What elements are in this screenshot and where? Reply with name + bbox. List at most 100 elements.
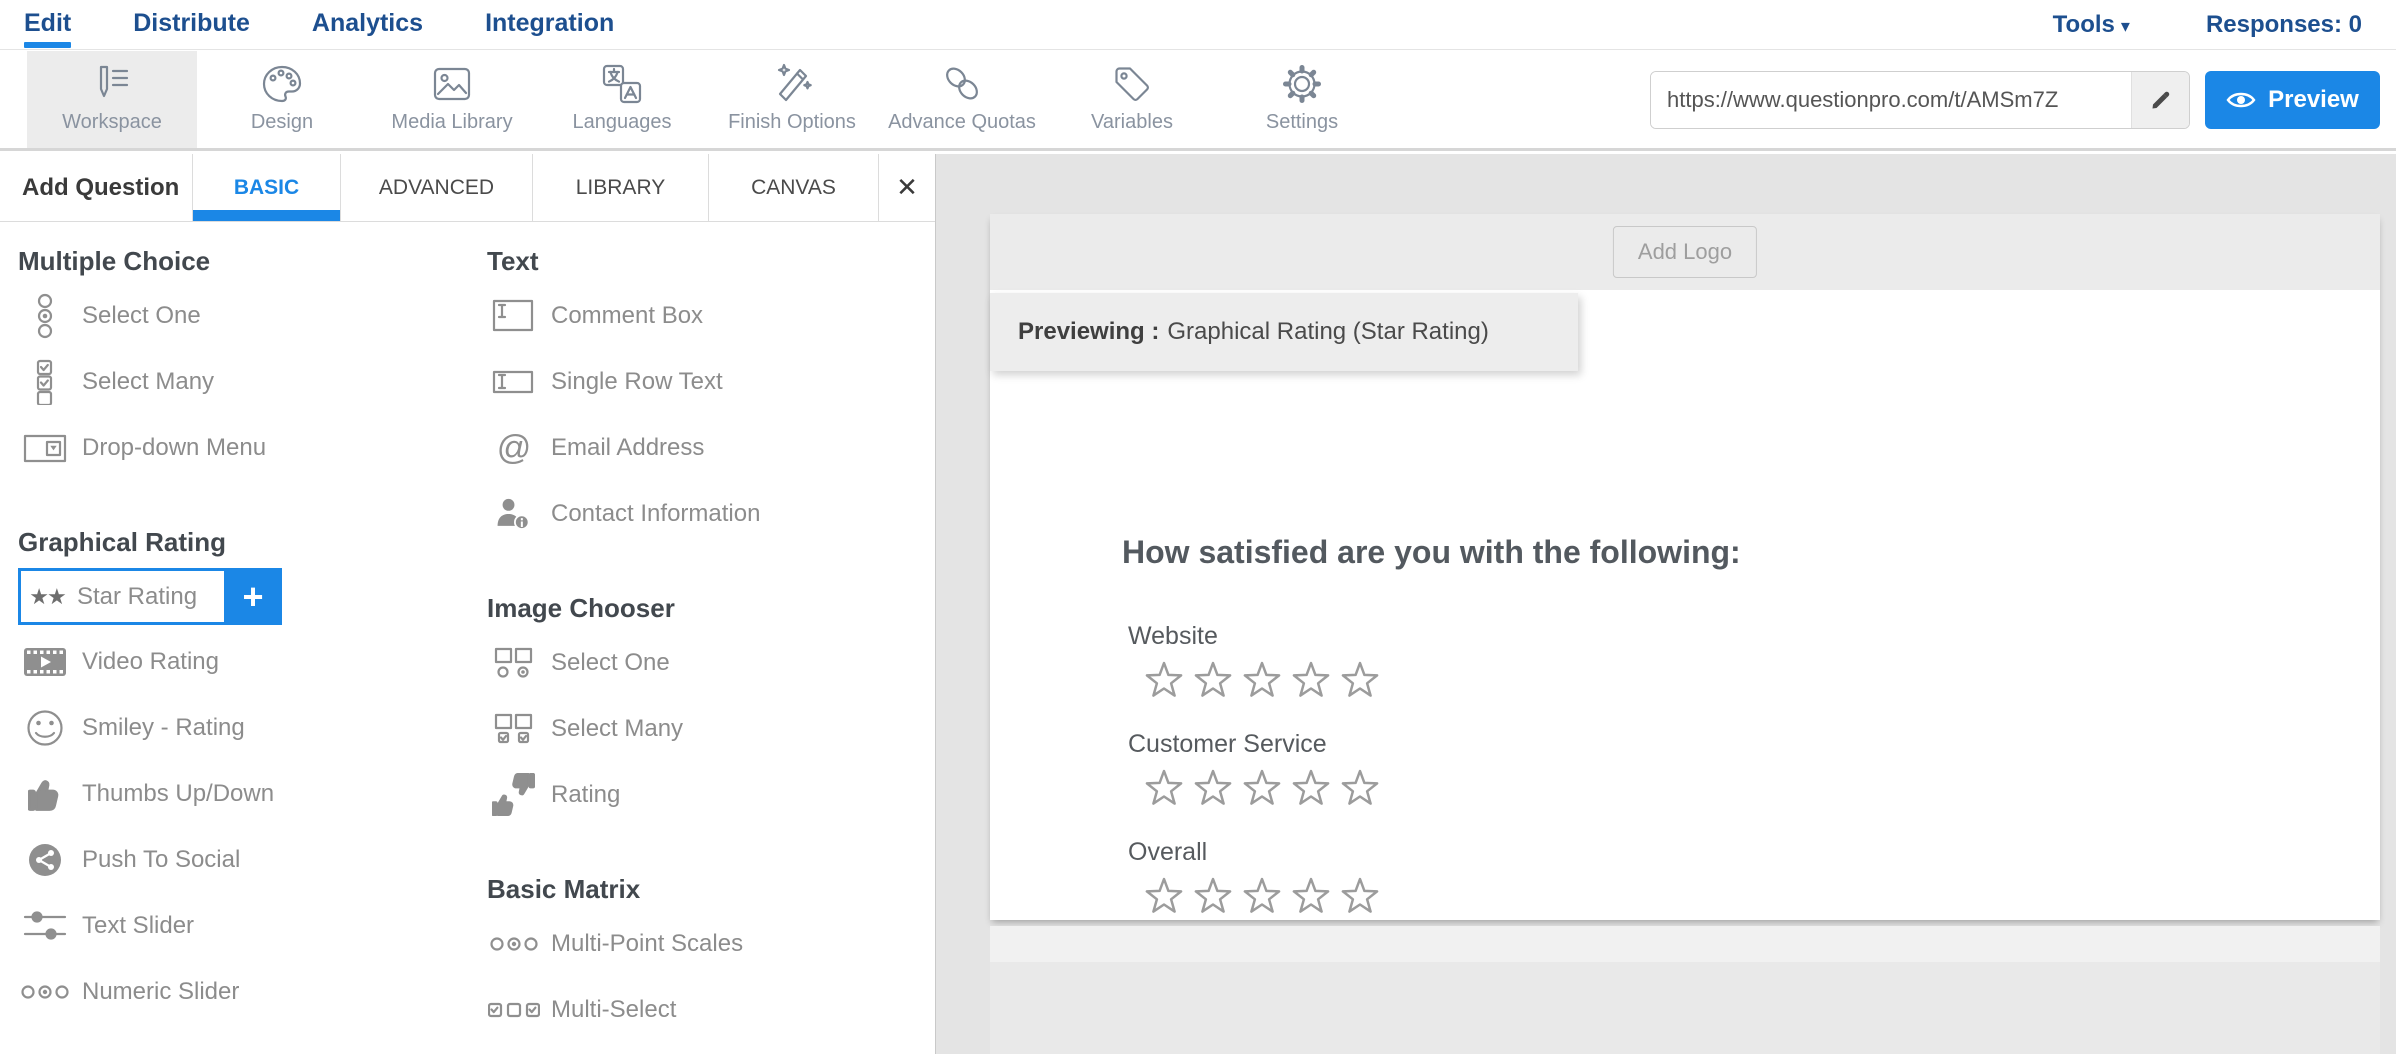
tab-canvas[interactable]: CANVAS [708,154,878,221]
star-icon[interactable] [1144,876,1184,916]
qtype-image-rating[interactable]: Rating [487,762,927,828]
qtype-push-to-social[interactable]: Push To Social [18,827,458,893]
star-icon[interactable] [1340,768,1380,808]
survey-url-box [1650,71,2190,129]
at-icon: @ [487,431,541,465]
qtype-star-rating-selected[interactable]: ★★ Star Rating + [18,568,282,625]
tools-dropdown[interactable]: Tools▾ [2053,11,2130,39]
nav-item-label: Analytics [312,9,423,37]
toolbar-finish-options[interactable]: Finish Options [707,51,877,148]
survey-url-input[interactable] [1651,72,2131,128]
star-icon[interactable] [1291,660,1331,700]
star-icon[interactable] [1242,768,1282,808]
close-panel-button[interactable]: ✕ [878,154,935,221]
toolbar-workspace[interactable]: Workspace [27,51,197,148]
star-icon[interactable] [1144,660,1184,700]
thumb-up-icon [18,774,72,814]
close-icon: ✕ [896,172,918,203]
tab-library[interactable]: LIBRARY [532,154,708,221]
finish-options-icon [769,61,815,107]
section-heading: Multiple Choice [18,246,458,277]
pencil-icon [2149,88,2173,112]
panel-column-2: Text Comment Box Single Row Text @ [487,222,927,1043]
panel-title: Add Question [0,154,192,221]
nav-item-label: Edit [24,9,71,37]
qtype-video-rating[interactable]: Video Rating [18,629,458,695]
star-icon[interactable] [1193,768,1233,808]
variables-icon [1109,61,1155,107]
nav-item-label: Distribute [133,9,250,37]
qtype-contact-information[interactable]: Contact Information [487,481,927,547]
add-question-panel: Add Question BASIC ADVANCED LIBRARY CANV… [0,154,936,1054]
star-icon[interactable] [1193,876,1233,916]
star-rating-scale [1128,768,1380,808]
nav-item-edit[interactable]: Edit [24,1,71,48]
previewing-label: Previewing : [1018,318,1159,346]
add-logo-button[interactable]: Add Logo [1613,226,1757,278]
plus-icon: + [242,576,263,618]
nav-item-distribute[interactable]: Distribute [133,1,250,38]
nav-item-label: Integration [485,9,614,37]
top-nav-links: Edit Distribute Analytics Integration [0,1,614,48]
numeric-slider-icon [18,984,72,1000]
qtype-comment-box[interactable]: Comment Box [487,283,927,349]
previewing-label-strip: Previewing : Graphical Rating (Star Rati… [990,293,1578,371]
text-slider-icon [18,908,72,944]
section-heading: Image Chooser [487,593,927,624]
qtype-text-slider[interactable]: Text Slider [18,893,458,959]
checkbox-list-icon [18,359,72,405]
toolbar-settings[interactable]: Settings [1217,51,1387,148]
top-nav-right: Tools▾ Responses: 0 [2053,11,2396,39]
row-label: Overall [1128,838,1380,867]
image-check-icon [487,712,541,746]
nav-item-integration[interactable]: Integration [485,1,614,38]
toolbar-languages[interactable]: Languages [537,51,707,148]
rating-row-customer-service: Customer Service [1128,730,1380,808]
qtype-image-select-many[interactable]: Select Many [487,696,927,762]
panel-column-1: Multiple Choice Select One Select Many [18,222,458,1025]
previewing-value: Graphical Rating (Star Rating) [1167,318,1488,346]
qtype-multi-select[interactable]: Multi-Select [487,977,927,1043]
share-icon [18,840,72,880]
qtype-single-row-text[interactable]: Single Row Text [487,349,927,415]
star-icon[interactable] [1291,876,1331,916]
toolbar-advance-quotas[interactable]: Advance Quotas [877,51,1047,148]
contact-icon [487,493,541,535]
radio-list-icon [18,293,72,339]
nav-item-analytics[interactable]: Analytics [312,1,423,38]
advance-quotas-icon [939,61,985,107]
toolbar-design[interactable]: Design [197,51,367,148]
settings-icon [1279,61,1325,107]
matrix-check-icon [487,1002,541,1018]
qtype-numeric-slider[interactable]: Numeric Slider [18,959,458,1025]
qtype-smiley-rating[interactable]: Smiley - Rating [18,695,458,761]
qtype-dropdown-menu[interactable]: Drop-down Menu [18,415,458,481]
qtype-image-select-one[interactable]: Select One [487,630,927,696]
star-icon[interactable] [1242,876,1282,916]
qtype-select-many[interactable]: Select Many [18,349,458,415]
survey-header-band: Add Logo [990,214,2380,290]
star-icon[interactable] [1144,768,1184,808]
smiley-icon [18,706,72,750]
star-icon[interactable] [1291,768,1331,808]
edit-url-button[interactable] [2131,72,2189,128]
responses-count[interactable]: Responses: 0 [2206,11,2362,39]
survey-preview-region: Add Logo How satisfied are you with the … [936,154,2396,1054]
rating-rows: Website Customer Service [1128,622,1380,946]
star-icon[interactable] [1340,876,1380,916]
toolbar-media-library[interactable]: Media Library [367,51,537,148]
tab-basic[interactable]: BASIC [192,154,340,221]
qtype-select-one[interactable]: Select One [18,283,458,349]
star-icon[interactable] [1242,660,1282,700]
tab-advanced[interactable]: ADVANCED [340,154,532,221]
qtype-multi-point-scales[interactable]: Multi-Point Scales [487,911,927,977]
qtype-email-address[interactable]: @ Email Address [487,415,927,481]
row-label: Customer Service [1128,730,1380,759]
star-icon[interactable] [1193,660,1233,700]
preview-button[interactable]: Preview [2205,71,2380,129]
top-nav: Edit Distribute Analytics Integration To… [0,0,2396,50]
add-question-plus-button[interactable]: + [224,568,282,625]
qtype-thumbs-up-down[interactable]: Thumbs Up/Down [18,761,458,827]
toolbar-variables[interactable]: Variables [1047,51,1217,148]
star-icon[interactable] [1340,660,1380,700]
